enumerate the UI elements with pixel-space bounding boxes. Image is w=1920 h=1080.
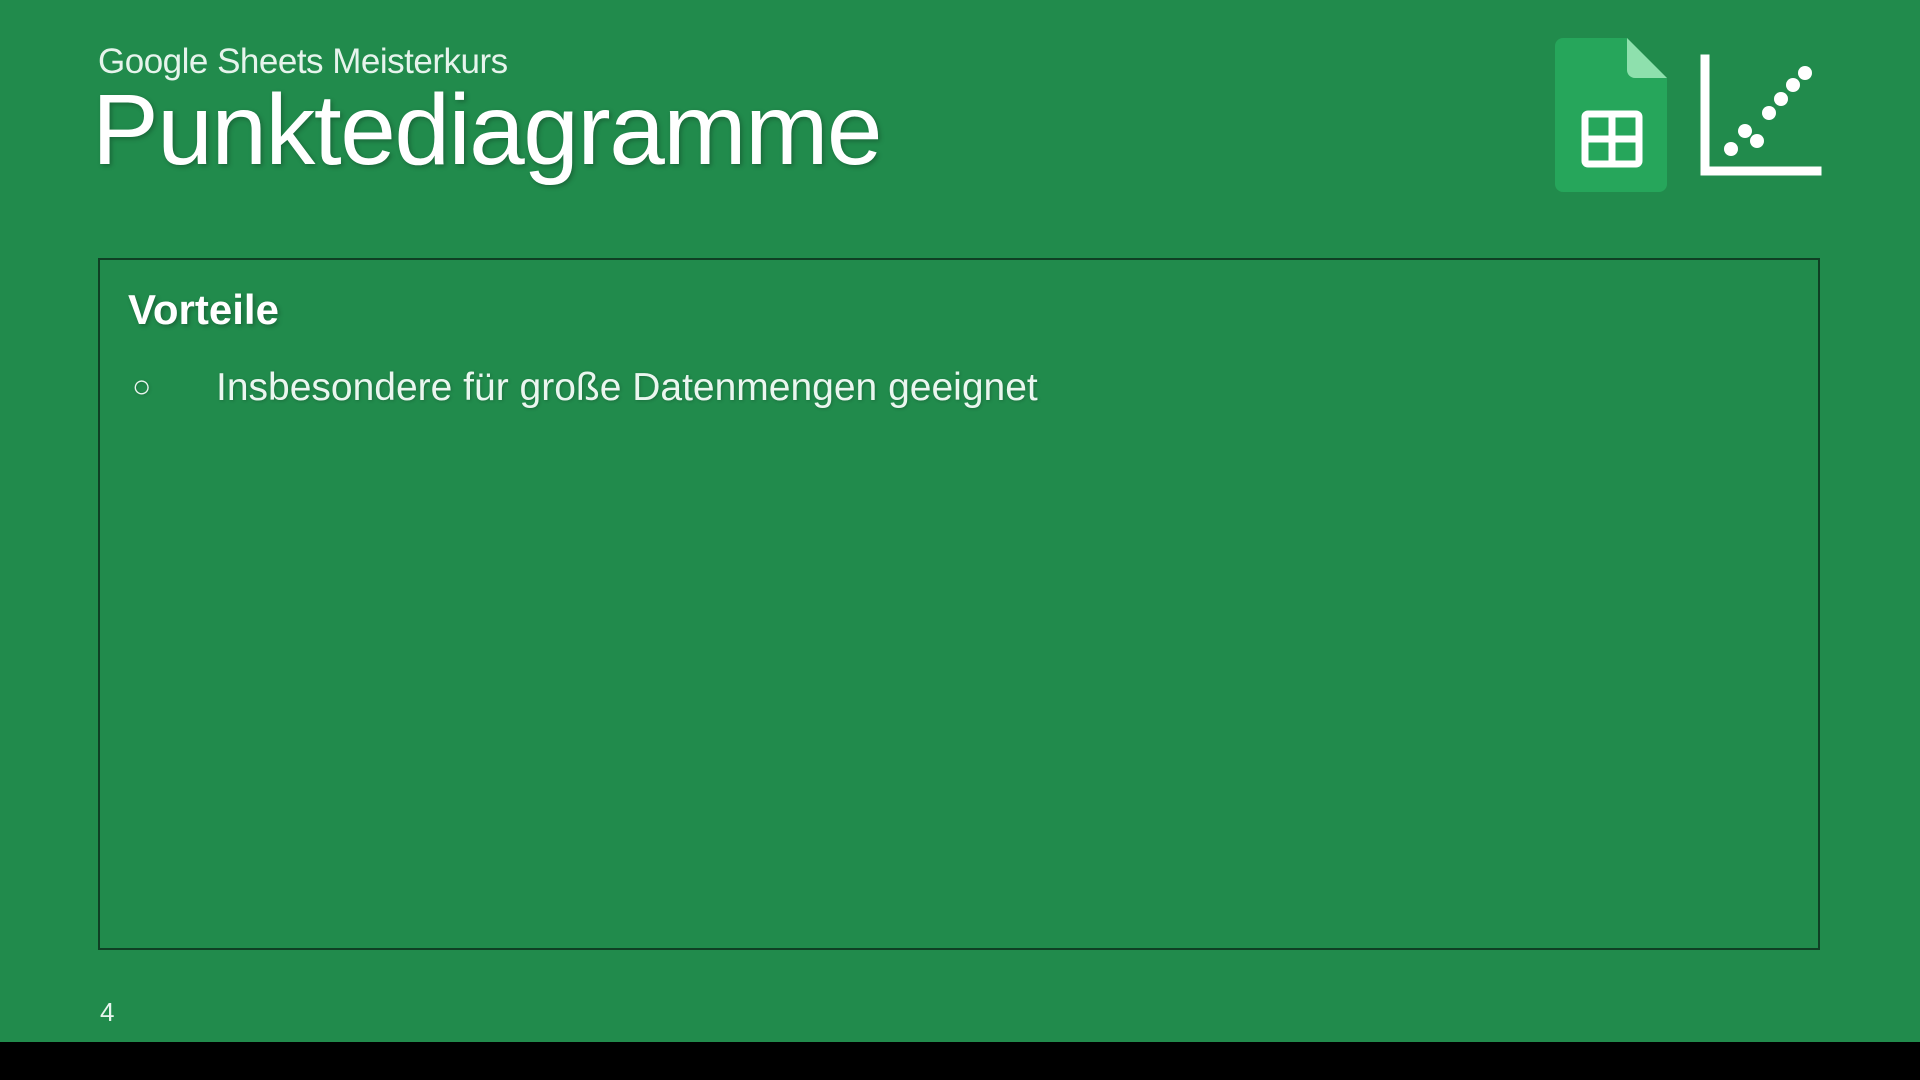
section-heading: Vorteile [128,286,1790,334]
bullet-text: Insbesondere für große Datenmengen geeig… [216,362,1038,415]
bullet-list: ○ Insbesondere für große Datenmengen gee… [128,362,1790,415]
google-sheets-icon [1555,38,1667,197]
scatter-chart-icon [1697,51,1825,184]
bottom-bar [0,1042,1920,1080]
page-number: 4 [100,997,114,1028]
content-box: Vorteile ○ Insbesondere für große Datenm… [98,258,1820,950]
icon-group [1555,38,1825,197]
bullet-marker: ○ [128,362,216,410]
slide: Google Sheets Meisterkurs Punktediagramm… [0,0,1920,1042]
list-item: ○ Insbesondere für große Datenmengen gee… [128,362,1790,415]
slide-title: Punktediagramme [92,78,881,183]
